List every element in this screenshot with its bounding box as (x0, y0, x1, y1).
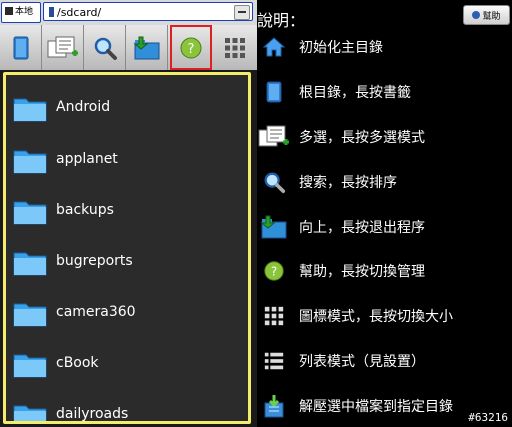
storage-icon (5, 7, 13, 15)
info-icon (472, 11, 481, 19)
file-name: cBook (56, 355, 99, 371)
toolbar-up-button[interactable] (126, 25, 168, 70)
help-item-search: 搜索，長按排序 (257, 167, 512, 197)
help-item-text: 列表模式（見設置） (299, 354, 425, 370)
help-item-text: 初始化主目錄 (299, 40, 383, 56)
file-manager-screen: 本地 /sdcard/ ? Android applanet backups b… (0, 0, 257, 427)
file-row-backups[interactable]: backups (12, 190, 242, 230)
toolbar-grid-view-button[interactable] (214, 25, 256, 70)
folder-icon (13, 303, 47, 327)
home-icon (262, 37, 286, 57)
file-row-bugreports[interactable]: bugreports (12, 241, 242, 281)
file-name: bugreports (56, 253, 133, 269)
help-item-root: 根目錄，長按書籤 (257, 77, 512, 107)
toolbar: ? (0, 25, 257, 70)
help-item-list-view: 列表模式（見設置） (257, 346, 512, 376)
file-row-android[interactable]: Android (12, 87, 242, 127)
local-storage-label: 本地 (15, 7, 34, 17)
sdcard-icon (49, 7, 54, 17)
path-field[interactable]: /sdcard/ (43, 2, 253, 21)
toolbar-help-button[interactable]: ? (170, 25, 212, 70)
help-panel: 說明： 幫助 初始化主目錄 根目錄，長按書籤 多選，長按多選模式 搜索，長按排序… (257, 0, 512, 427)
list-view-icon (264, 352, 284, 370)
up-folder-icon (133, 36, 159, 59)
path-text: /sdcard/ (57, 6, 102, 19)
file-row-applanet[interactable]: applanet (12, 139, 242, 179)
help-item-home: 初始化主目錄 (257, 32, 512, 62)
svg-text:?: ? (188, 42, 195, 57)
help-item-text: 多選，長按多選模式 (299, 130, 425, 146)
help-item-text: 解壓選中檔案到指定目錄 (299, 399, 453, 415)
help-item-text: 根目錄，長按書籤 (299, 85, 411, 101)
file-name: camera360 (56, 304, 136, 320)
file-name: dailyroads (56, 406, 129, 422)
file-name: backups (56, 202, 114, 218)
toolbar-multi-select-button[interactable] (42, 25, 84, 70)
file-list[interactable]: Android applanet backups bugreports came… (3, 72, 251, 424)
help-item-text: 圖標模式，長按切換大小 (299, 309, 453, 325)
file-row-dailyroads[interactable]: dailyroads (12, 394, 242, 422)
folder-icon (13, 201, 47, 225)
folder-icon (13, 405, 47, 421)
svg-text:?: ? (271, 265, 277, 279)
folder-icon (13, 354, 47, 378)
path-menu-button[interactable] (234, 5, 250, 20)
search-icon (264, 172, 286, 194)
screenshot: 本地 /sdcard/ ? Android applanet backups b… (0, 0, 512, 427)
file-name: applanet (56, 151, 118, 167)
folder-icon (13, 252, 47, 276)
help-icon: ? (180, 37, 202, 58)
file-row-camera360[interactable]: camera360 (12, 292, 242, 332)
path-bar: 本地 /sdcard/ (0, 0, 257, 26)
extract-icon (264, 395, 284, 418)
grid-view-icon (264, 306, 284, 326)
grid-view-icon (225, 37, 245, 58)
folder-icon (13, 150, 47, 174)
multi-select-icon (47, 36, 78, 57)
bookmark-icon (266, 81, 282, 103)
watermark: #63216 (468, 411, 508, 424)
help-button[interactable]: 幫助 (463, 5, 510, 25)
toolbar-search-button[interactable] (84, 25, 126, 70)
toolbar-bookmark-button[interactable] (0, 25, 42, 70)
help-button-label: 幫助 (482, 11, 501, 22)
help-item-text: 幫助，長按切換管理 (299, 264, 425, 280)
up-folder-icon (260, 215, 287, 239)
help-item-text: 搜索，長按排序 (299, 175, 397, 191)
folder-icon (13, 98, 47, 122)
file-name: Android (56, 99, 111, 115)
help-item-text: 向上，長按退出程序 (299, 220, 425, 236)
help-item-grid-view: 圖標模式，長按切換大小 (257, 301, 512, 331)
help-item-help: ? 幫助，長按切換管理 (257, 256, 512, 286)
search-icon (94, 37, 117, 60)
local-storage-button[interactable]: 本地 (1, 2, 41, 23)
help-title: 說明： (257, 11, 306, 30)
help-icon: ? (264, 261, 284, 281)
help-item-up: 向上，長按退出程序 (257, 212, 512, 242)
help-item-multi-select: 多選，長按多選模式 (257, 122, 512, 152)
file-row-cbook[interactable]: cBook (12, 343, 242, 383)
bookmark-icon (13, 36, 28, 59)
multi-select-icon (258, 125, 289, 147)
